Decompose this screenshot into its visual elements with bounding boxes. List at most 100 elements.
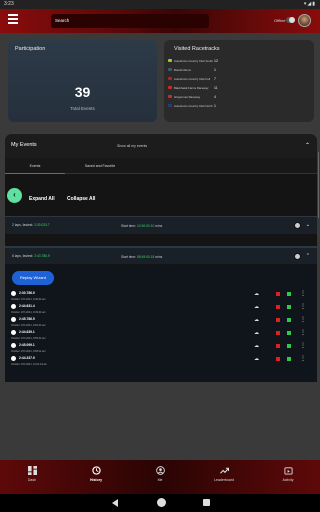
history-icon <box>91 466 101 475</box>
chevron-left-icon: ‹ <box>13 190 16 199</box>
collapse-all-label[interactable]: Collapse All <box>67 196 95 202</box>
search-input[interactable]: Search <box>51 14 209 28</box>
avatar[interactable] <box>298 14 311 27</box>
total-events-count: 39 <box>74 84 91 100</box>
event-start: Start time: 08:49:00.15 mins <box>121 255 163 259</box>
track-item: Gingerman Raceway 4 <box>168 94 308 100</box>
lap-item: 2:30.786.9 October 17th 2021, 9:46:44 am… <box>10 290 306 302</box>
track-color-swatch <box>168 86 172 89</box>
event-start: Start time: 10:30:00.10 mins <box>121 224 163 228</box>
menu-icon[interactable] <box>8 14 18 24</box>
contrast-icon[interactable] <box>294 253 301 260</box>
more-vert-icon[interactable]: ⋮ <box>300 316 306 323</box>
flag-icon[interactable] <box>276 344 280 348</box>
status-icon[interactable] <box>287 344 291 348</box>
nav-history[interactable]: History <box>64 460 128 494</box>
system-nav-bar <box>0 494 320 512</box>
account-icon <box>155 466 165 475</box>
track-count: 1 <box>214 67 216 72</box>
tab-saved-favorite[interactable]: Saved and Favorite <box>65 158 135 174</box>
event-laps: 6 laps, fastest: 2:43.786.9 <box>12 254 50 258</box>
lap-time: 2:44.337.9 <box>19 356 35 360</box>
mode-label: Offline <box>274 18 286 23</box>
lap-item: 2:44.639.1 October 17th 2021, 9:55:44 am… <box>10 329 306 341</box>
track-count: 1 <box>214 103 216 108</box>
status-icon[interactable] <box>287 331 291 335</box>
total-events-label: Total Events <box>70 106 95 111</box>
more-vert-icon[interactable]: ⋮ <box>300 290 306 297</box>
nav-dash[interactable]: Dash <box>0 460 64 494</box>
event-row-expanded[interactable]: 6 laps, fastest: 2:43.786.9 Start time: … <box>5 246 317 264</box>
track-item: Branfordtrens 1 <box>168 67 308 73</box>
visited-racetracks-title: Visited Racetracks <box>174 46 220 52</box>
lap-date: October 17th 2021, 9:46:44 am <box>11 298 46 301</box>
lap-time: 2:30.786.9 <box>19 291 35 295</box>
lap-item: 2:44.631.4 October 17th 2021, 9:49:44 am… <box>10 303 306 315</box>
track-name: Autodrome Country Club North <box>174 104 213 108</box>
cloud-upload-icon[interactable]: ☁ <box>254 304 259 310</box>
recents-icon[interactable] <box>203 499 210 506</box>
track-count: 12 <box>214 58 218 63</box>
tab-events[interactable]: Events <box>5 158 65 174</box>
status-icon[interactable] <box>287 305 291 309</box>
bottom-nav: Dash History Me Leaderboard Activity <box>0 460 320 494</box>
chevron-up-icon[interactable]: ⌃ <box>306 253 310 259</box>
participation-card: Participation 39 Total Events <box>8 40 157 122</box>
cloud-upload-icon[interactable]: ☁ <box>254 343 259 349</box>
more-vert-icon[interactable]: ⋮ <box>300 342 306 349</box>
more-vert-icon[interactable]: ⋮ <box>300 303 306 310</box>
event-laps: 2 laps, fastest: 2:30.023.7 <box>12 223 50 227</box>
nav-activity[interactable]: Activity <box>256 460 320 494</box>
flag-icon[interactable] <box>276 292 280 296</box>
nav-label: History <box>89 478 103 482</box>
check-icon <box>11 317 16 322</box>
scrollbar[interactable] <box>317 152 319 218</box>
track-item: Autodrome Country Club North 1 <box>168 103 308 109</box>
cloud-upload-icon[interactable]: ☁ <box>254 317 259 323</box>
lap-date: October 17th 2021, 9:58:12 am <box>11 350 46 353</box>
expand-all-label[interactable]: Expand All <box>29 196 55 202</box>
event-details: Replay Wizard 2:30.786.9 October 17th 20… <box>5 266 317 382</box>
chevron-up-icon[interactable]: ⌃ <box>305 142 310 149</box>
track-name: Blackhawk Farms Raceway <box>174 86 209 90</box>
track-item: Blackhawk Farms Raceway 11 <box>168 85 308 91</box>
cloud-upload-icon[interactable]: ☁ <box>254 356 259 362</box>
status-bar: 3:23 ▾◢▮ <box>0 0 320 9</box>
trend-icon <box>219 467 229 474</box>
flag-icon[interactable] <box>276 331 280 335</box>
lap-item: 2:45.099.1 October 17th 2021, 9:58:12 am… <box>10 342 306 354</box>
status-icon[interactable] <box>287 318 291 322</box>
check-icon <box>11 291 16 296</box>
status-icon[interactable] <box>287 357 291 361</box>
nav-me[interactable]: Me <box>128 460 192 494</box>
back-icon[interactable] <box>112 499 118 507</box>
status-icon[interactable] <box>287 292 291 296</box>
expand-all-button[interactable]: ‹ <box>7 188 22 203</box>
more-vert-icon[interactable]: ⋮ <box>300 355 306 362</box>
home-icon[interactable] <box>157 498 166 507</box>
lap-time: 2:44.631.4 <box>19 304 35 308</box>
cloud-upload-icon[interactable]: ☁ <box>254 291 259 297</box>
replay-wizard-button[interactable]: Replay Wizard <box>12 271 54 285</box>
lap-time: 2:45.099.1 <box>19 343 35 347</box>
lap-item: 2:44.337.9 October 17th 2021, 10:01:44 a… <box>10 355 306 367</box>
nav-label: Dash <box>27 478 37 482</box>
show-all-events-link[interactable]: Show all my events <box>117 144 147 148</box>
track-color-swatch <box>168 77 172 80</box>
status-icons: ▾◢▮ <box>303 1 316 7</box>
cloud-upload-icon[interactable]: ☁ <box>254 330 259 336</box>
contrast-icon[interactable] <box>294 222 301 229</box>
nav-leaderboard[interactable]: Leaderboard <box>192 460 256 494</box>
flag-icon[interactable] <box>276 305 280 309</box>
offline-toggle[interactable] <box>286 17 295 23</box>
flag-icon[interactable] <box>276 357 280 361</box>
chevron-down-icon[interactable]: ⌄ <box>306 222 310 228</box>
flag-icon[interactable] <box>276 318 280 322</box>
app-bar: Search Offline <box>0 9 320 33</box>
event-row[interactable]: 2 laps, fastest: 2:30.023.7 Start time: … <box>5 216 317 234</box>
participation-title: Participation <box>15 46 46 52</box>
track-color-swatch <box>168 104 172 107</box>
lap-time: 2:44.639.1 <box>19 330 35 334</box>
more-vert-icon[interactable]: ⋮ <box>300 329 306 336</box>
check-icon <box>11 330 16 335</box>
